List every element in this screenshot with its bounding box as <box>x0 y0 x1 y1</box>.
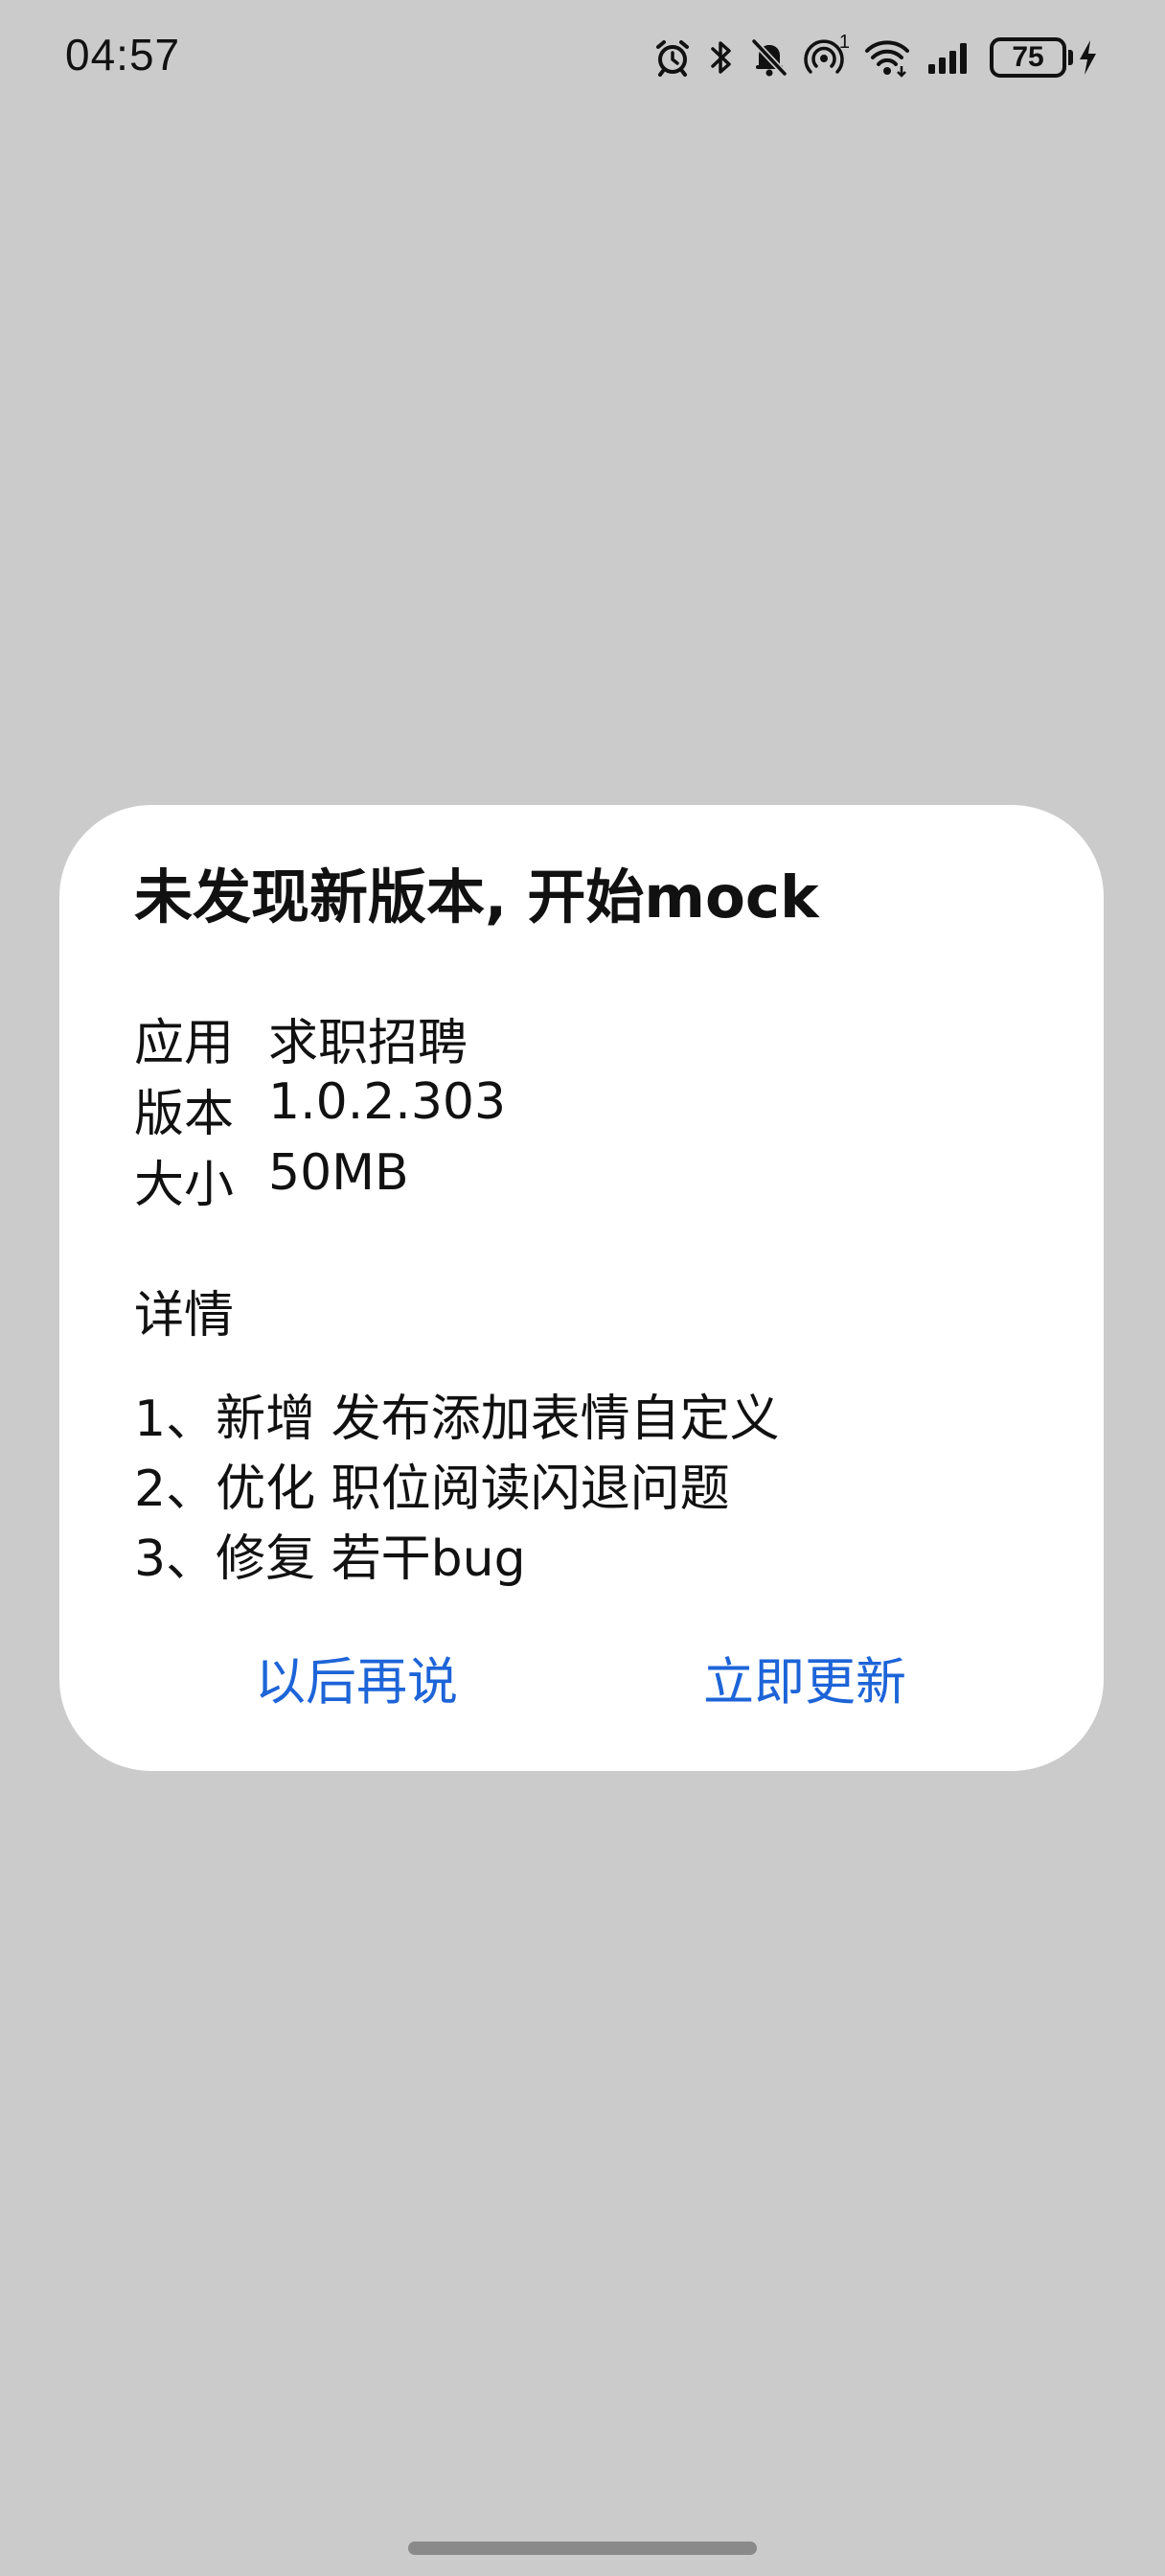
status-icons: 1 75 <box>652 27 1098 88</box>
hotspot-badge: 1 <box>838 32 850 53</box>
info-key: 应用 <box>134 1015 235 1072</box>
update-now-button[interactable]: 立即更新 <box>661 1635 948 1721</box>
detail-line: 3、修复 若干bug <box>134 1530 526 1588</box>
status-time: 04:57 <box>65 30 181 80</box>
battery-indicator: 75 <box>990 37 1098 78</box>
battery-tip <box>1068 50 1073 65</box>
detail-line: 1、新增 发布添加表情自定义 <box>134 1391 780 1448</box>
charging-icon <box>1077 38 1098 77</box>
notifications-off-icon <box>750 37 788 78</box>
hotspot-icon: 1 <box>804 32 850 78</box>
alarm-icon <box>652 37 693 78</box>
detail-line: 2、优化 职位阅读闪退问题 <box>134 1460 730 1518</box>
bluetooth-icon <box>708 37 735 78</box>
info-value: 求职招聘 <box>268 1015 468 1072</box>
details-title: 详情 <box>134 1287 235 1345</box>
signal-icon <box>926 37 974 78</box>
info-value: 1.0.2.303 <box>268 1073 507 1131</box>
info-row-version: 版本 1.0.2.303 <box>134 1073 506 1145</box>
home-indicator[interactable] <box>408 2542 757 2555</box>
info-key: 版本 <box>134 1086 235 1143</box>
screen: 04:57 1 75 未发现新版本, 开始mock 应用 求职招聘 版本 1.0… <box>0 0 1165 2576</box>
status-bar: 04:57 1 75 <box>0 0 1165 115</box>
info-key: 大小 <box>134 1157 235 1214</box>
dialog-title: 未发现新版本, 开始mock <box>134 863 819 932</box>
later-button[interactable]: 以后再说 <box>213 1635 500 1721</box>
info-row-app: 应用 求职招聘 <box>134 1002 468 1074</box>
info-row-size: 大小 50MB <box>134 1144 409 1216</box>
battery-level: 75 <box>990 37 1066 78</box>
info-value: 50MB <box>268 1144 409 1202</box>
wifi-icon <box>863 37 911 78</box>
update-dialog: 未发现新版本, 开始mock 应用 求职招聘 版本 1.0.2.303 大小 5… <box>59 805 1104 1771</box>
